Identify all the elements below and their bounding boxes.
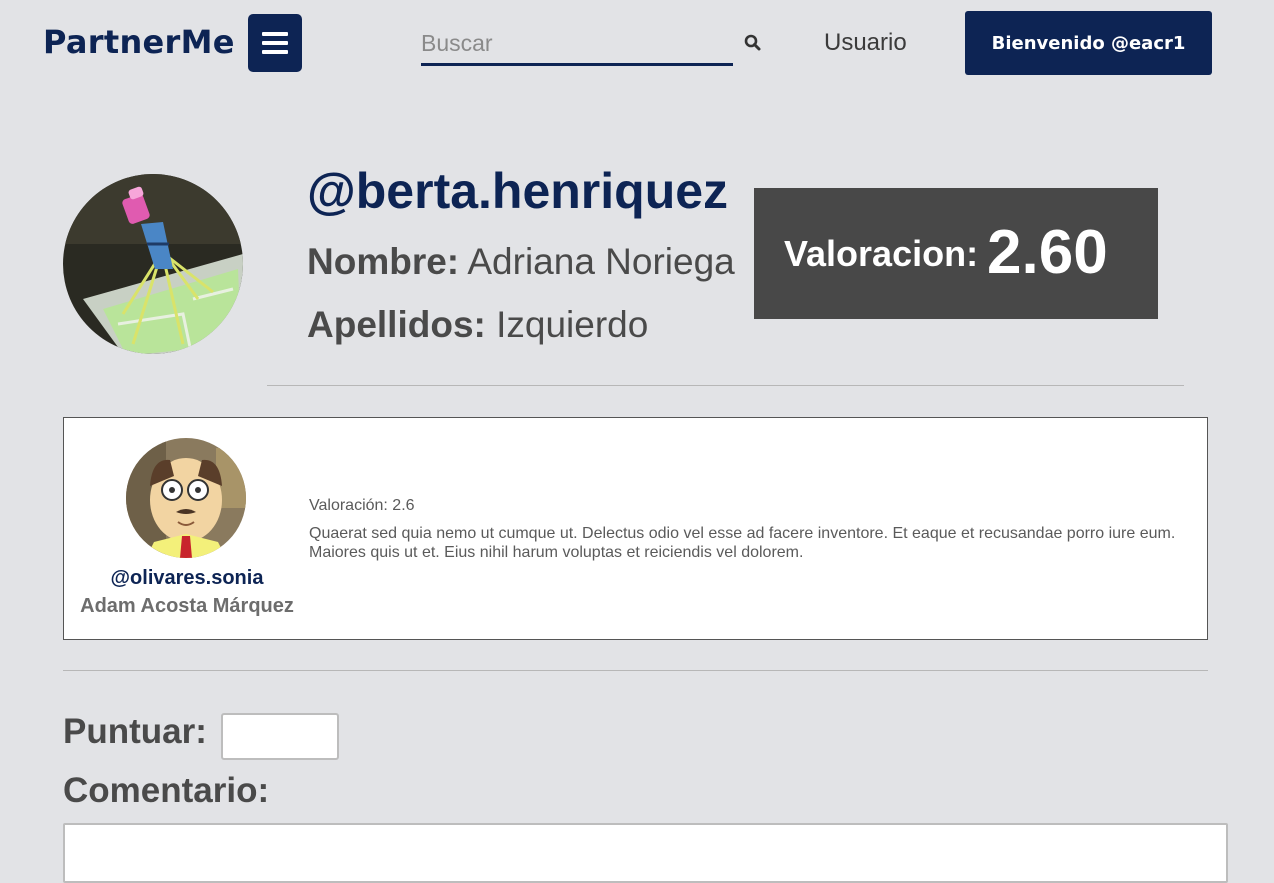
profile-first-name: Nombre: Adriana Noriega — [307, 240, 735, 284]
rating-box: Valoracion: 2.60 — [754, 188, 1158, 319]
brand-logo[interactable]: PartnerMe — [43, 22, 235, 62]
profile-username: @berta.henriquez — [307, 163, 729, 219]
profile-last-name: Apellidos: Izquierdo — [307, 303, 648, 347]
reviewer-username[interactable]: @olivares.sonia — [64, 566, 310, 590]
welcome-user-button[interactable]: Bienvenido @eacr1 — [965, 11, 1212, 75]
rating-label: Valoracion: — [784, 233, 979, 274]
hamburger-menu-icon — [262, 32, 288, 54]
score-label: Puntuar: — [63, 712, 207, 751]
user-link[interactable]: Usuario — [824, 28, 907, 58]
reviewer-avatar[interactable] — [126, 438, 246, 558]
last-name-value: Izquierdo — [496, 304, 649, 345]
review-rating: Valoración: 2.6 — [309, 497, 415, 514]
score-input[interactable] — [221, 713, 339, 760]
search-bar — [421, 24, 733, 66]
search-icon — [744, 34, 761, 51]
reviewer-full-name: Adam Acosta Márquez — [80, 595, 294, 617]
rating-value: 2.60 — [987, 218, 1108, 287]
search-input[interactable] — [421, 24, 733, 63]
first-name-label: Nombre: — [307, 241, 460, 282]
comment-label: Comentario: — [63, 771, 270, 810]
profile-avatar — [63, 174, 243, 354]
last-name-label: Apellidos: — [307, 304, 486, 345]
profile-divider — [267, 385, 1184, 386]
review-comment: Quaerat sed quia nemo ut cumque ut. Dele… — [309, 525, 1176, 561]
menu-toggle-button[interactable] — [248, 14, 302, 72]
review-card: @olivares.sonia Adam Acosta Márquez Valo… — [63, 417, 1208, 640]
comment-textarea[interactable] — [63, 823, 1228, 883]
reviews-divider — [63, 670, 1208, 671]
first-name-value: Adriana Noriega — [467, 241, 735, 282]
search-button[interactable] — [742, 32, 764, 54]
